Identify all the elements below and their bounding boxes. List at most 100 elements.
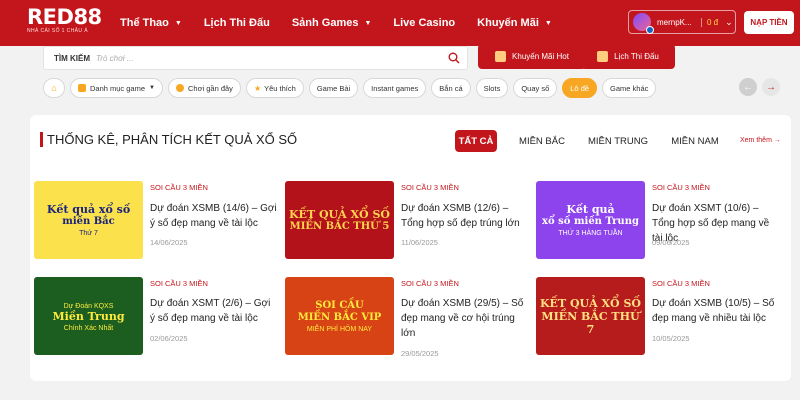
schedule-label: Lịch Thi Đấu <box>614 52 659 61</box>
nav-label: Thể Thao <box>120 17 169 29</box>
logo[interactable]: RED88 NHÀ CÁI SỐ 1 CHÂU Á <box>27 5 102 40</box>
search-input[interactable]: TÌM KIẾM Trò chơi ... <box>43 46 468 70</box>
see-more-link[interactable]: Xem thêm → <box>740 137 781 144</box>
logo-text: RED88 <box>27 5 102 29</box>
schedule-button[interactable]: Lịch Thi Đấu <box>581 44 675 69</box>
chevron-down-icon: ▼ <box>149 85 155 91</box>
category-label: Game khác <box>610 83 649 93</box>
nav-label: Live Casino <box>393 17 456 29</box>
category-label: Danh mục game <box>90 83 146 93</box>
username: mernpK... <box>657 17 692 27</box>
logo-tagline: NHÀ CÁI SỐ 1 CHÂU Á <box>27 28 88 34</box>
home-button[interactable]: ⌂ <box>43 78 65 98</box>
category-label: Instant games <box>371 83 419 93</box>
article-date: 09/06/2025 <box>652 238 690 247</box>
search-icon[interactable] <box>448 52 460 64</box>
article-title[interactable]: Dự đoán XSMB (12/6) – Tổng hợp số đẹp tr… <box>401 201 529 231</box>
thumb-line1: Dự Đoán KQXS <box>63 302 114 310</box>
article-category: SOI CẦU 3 MIỀN <box>401 279 459 288</box>
nav-label: Khuyến Mãi <box>477 17 539 29</box>
scroll-left-button[interactable]: ← <box>739 78 757 96</box>
thumb-line2: MIỀN BẮC THỨ 7 <box>541 309 640 336</box>
thumb-line1: KẾT QUẢ XỔ SỐ <box>540 296 641 310</box>
category-bar: ⌂ Danh mục game ▼ Chơi gần đây ★ Yêu thích… <box>43 77 661 99</box>
article-category: SOI CẦU 3 MIỀN <box>150 183 208 192</box>
article-title[interactable]: Dự đoán XSMB (29/5) – Số đẹp mang về cơ … <box>401 296 529 341</box>
article-date: 11/06/2025 <box>401 238 438 247</box>
thumb-line2: Miền Trung <box>52 309 125 323</box>
article-date: 02/06/2025 <box>150 334 188 343</box>
thumb-line3: MIỄN PHÍ HÔM NAY <box>306 325 373 333</box>
category-danh-muc-game[interactable]: Danh mục game ▼ <box>70 78 163 98</box>
search-label: TÌM KIẾM <box>54 53 90 63</box>
thumb-line1: SOI CẦU <box>315 299 364 311</box>
category-ban-ca[interactable]: Bắn cá <box>431 78 471 98</box>
promo-label: Khuyến Mãi Hot <box>512 52 569 61</box>
category-label: Game Bài <box>316 83 351 93</box>
category-yeu-thich[interactable]: ★ Yêu thích <box>245 78 304 98</box>
category-label: Slots <box>483 83 501 93</box>
chevron-down-icon: ⌄ <box>725 16 733 27</box>
search-placeholder: Trò chơi ... <box>96 53 134 63</box>
nav-item-lich-thi-dau[interactable]: Lịch Thi Đấu <box>204 17 270 29</box>
category-quay-so[interactable]: Quay số <box>513 78 558 98</box>
nav-item-sanh-games[interactable]: Sảnh Games ▼ <box>292 17 372 29</box>
arrow-right-icon: → <box>773 137 781 144</box>
nav-item-live-casino[interactable]: Live Casino <box>393 17 455 29</box>
thumb-line2: xổ số miền Trung <box>542 216 639 227</box>
home-icon: ⌂ <box>51 83 57 93</box>
thumb-line1: KẾT QUẢ XỔ SỐ <box>289 207 390 221</box>
article-thumbnail[interactable]: KẾT QUẢ XỔ SỐ MIỀN BẮC THỨ 5 <box>285 181 394 259</box>
article-category: SOI CẦU 3 MIỀN <box>652 279 710 288</box>
scroll-right-button[interactable]: → <box>762 78 780 96</box>
article-thumbnail[interactable]: Kết quả xổ số miền Trung THỨ 3 HÀNG TUẦN <box>536 181 645 259</box>
category-slots[interactable]: Slots <box>475 78 509 98</box>
nav-item-khuyen-mai[interactable]: Khuyến Mãi ▼ <box>477 17 552 29</box>
category-choi-gan-day[interactable]: Chơi gần đây <box>167 78 241 98</box>
article-title[interactable]: Dự đoán XSMB (14/6) – Gợi ý số đẹp mang … <box>150 201 278 231</box>
thumb-line3: Thứ 7 <box>79 230 98 237</box>
thumb-line3: Chính Xác Nhất <box>63 324 114 332</box>
category-game-khac[interactable]: Game khác <box>602 78 657 98</box>
nav-label: Sảnh Games <box>291 17 359 29</box>
category-label: Bắn cá <box>439 83 463 93</box>
main-nav: Thể Thao ▼ Lịch Thi Đấu Sảnh Games ▼ Live … <box>120 0 574 46</box>
thumb-line2: MIỀN BẮC THỨ 5 <box>289 220 390 232</box>
level-badge-icon <box>646 26 654 34</box>
article-date: 14/06/2025 <box>150 238 188 247</box>
nav-item-the-thao[interactable]: Thể Thao ▼ <box>120 17 182 29</box>
category-game-bai[interactable]: Game Bài <box>308 78 359 98</box>
article-thumbnail[interactable]: KẾT QUẢ XỔ SỐ MIỀN BẮC THỨ 7 <box>536 277 645 355</box>
article-thumbnail[interactable]: Dự Đoán KQXS Miền Trung Chính Xác Nhất <box>34 277 143 355</box>
deposit-button[interactable]: NẠP TIỀN <box>744 11 794 34</box>
tab-mien-nam[interactable]: MIỀN NAM <box>667 130 723 152</box>
thumb-line1: Kết quả <box>566 203 615 216</box>
article-title[interactable]: Dự đoán XSMB (10/5) – Số đẹp mang về nhi… <box>652 296 780 326</box>
article-category: SOI CẦU 3 MIỀN <box>401 183 459 192</box>
article-date: 10/05/2025 <box>652 334 690 343</box>
balance: 0 đ <box>701 17 718 27</box>
article-thumbnail[interactable]: SOI CẦU MIỀN BẮC VIP MIỄN PHÍ HÔM NAY <box>285 277 394 355</box>
thumb-line2: MIỀN BẮC VIP <box>297 311 382 323</box>
tab-mien-trung[interactable]: MIỀN TRUNG <box>585 130 651 152</box>
top-header: RED88 NHÀ CÁI SỐ 1 CHÂU Á Thể Thao ▼ Lịch… <box>0 0 800 46</box>
promo-hot-button[interactable]: Khuyến Mãi Hot <box>478 44 586 69</box>
chevron-down-icon: ▼ <box>174 19 182 27</box>
thumb-line2: miền Bắc <box>62 216 115 227</box>
tab-mien-bac[interactable]: MIỀN BẮC <box>515 130 569 152</box>
user-account-menu[interactable]: mernpK... 0 đ ⌄ <box>628 10 736 34</box>
gift-icon <box>495 51 507 62</box>
category-instant-games[interactable]: Instant games <box>363 78 427 98</box>
article-category: SOI CẦU 3 MIỀN <box>652 183 710 192</box>
category-label: Yêu thích <box>264 83 296 93</box>
clock-icon <box>175 84 184 92</box>
article-thumbnail[interactable]: Kết quả xổ số miền Bắc Thứ 7 <box>34 181 143 259</box>
section-title: THỐNG KÊ, PHÂN TÍCH KẾT QUẢ XỔ SỐ <box>40 132 297 147</box>
arrow-left-icon: ← <box>743 81 753 93</box>
category-lo-de[interactable]: Lô đề <box>562 78 598 98</box>
avatar <box>633 13 654 34</box>
arrow-right-icon: → <box>766 81 776 93</box>
article-title[interactable]: Dự đoán XSMT (2/6) – Gợi ý số đẹp mang v… <box>150 296 278 326</box>
calendar-icon <box>597 51 609 62</box>
tab-tat-ca[interactable]: TẤT CẢ <box>455 130 497 152</box>
